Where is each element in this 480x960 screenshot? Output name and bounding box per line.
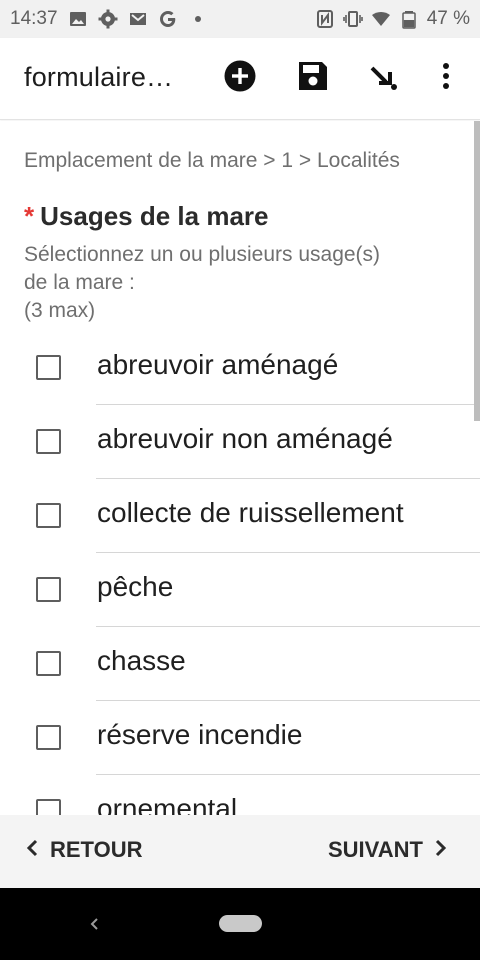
add-icon	[223, 59, 257, 98]
option-item[interactable]: réserve incendie	[0, 701, 480, 775]
checkbox[interactable]	[36, 503, 61, 528]
form-content[interactable]: Emplacement de la mare > 1 > Localités *…	[0, 121, 480, 815]
option-item[interactable]: ornemental	[0, 775, 480, 815]
save-icon	[296, 59, 330, 98]
option-label: abreuvoir aménagé	[97, 349, 339, 380]
question-hint: Sélectionnez un ou plusieurs usage(s) de…	[24, 241, 444, 325]
more-vert-icon	[429, 59, 463, 98]
option-label: pêche	[97, 571, 174, 602]
hint-line: Sélectionnez un ou plusieurs usage(s)	[24, 243, 381, 266]
option-item[interactable]: pêche	[0, 553, 480, 627]
chevron-right-icon	[431, 837, 449, 863]
jump-button[interactable]	[366, 60, 402, 96]
option-label: abreuvoir non aménagé	[97, 423, 393, 454]
google-icon	[158, 9, 178, 29]
toolbar-title: formulaire…	[24, 62, 174, 92]
save-button[interactable]	[295, 60, 331, 96]
system-home-pill[interactable]	[219, 915, 262, 932]
arrow-down-right-icon	[367, 59, 401, 98]
question-title: * Usages de la mare	[24, 201, 268, 232]
app-toolbar: formulaire…	[0, 38, 480, 120]
chevron-left-icon	[24, 837, 42, 863]
dot-icon	[188, 9, 208, 29]
gmail-icon	[128, 9, 148, 29]
required-mark: *	[24, 201, 35, 231]
next-label: SUIVANT	[328, 837, 423, 862]
back-button[interactable]: RETOUR	[24, 837, 143, 863]
scrollbar[interactable]	[474, 121, 480, 421]
option-label: collecte de ruissellement	[97, 497, 404, 528]
battery-icon	[399, 9, 419, 29]
question-label: Usages de la mare	[40, 201, 269, 231]
next-button[interactable]: SUIVANT	[328, 837, 449, 863]
option-label: réserve incendie	[97, 719, 303, 750]
checkbox[interactable]	[36, 725, 61, 750]
status-left: 14:37	[10, 8, 208, 30]
option-item[interactable]: chasse	[0, 627, 480, 701]
checkbox[interactable]	[36, 577, 61, 602]
option-item[interactable]: abreuvoir non aménagé	[0, 405, 480, 479]
image-icon	[68, 9, 88, 29]
back-label: RETOUR	[50, 837, 143, 862]
hint-line: (3 max)	[24, 299, 96, 322]
checkbox[interactable]	[36, 355, 61, 380]
bottom-nav: RETOUR SUIVANT	[0, 815, 480, 888]
option-item[interactable]: abreuvoir aménagé	[0, 331, 480, 405]
status-right: 47 %	[315, 8, 470, 30]
checkbox[interactable]	[36, 651, 61, 676]
breadcrumb: Emplacement de la mare > 1 > Localités	[24, 149, 400, 172]
settings-icon	[98, 9, 118, 29]
wifi-icon	[371, 9, 391, 29]
status-bar: 14:37 47 %	[0, 0, 480, 38]
system-back-icon[interactable]	[86, 912, 106, 936]
vibrate-icon	[342, 9, 363, 29]
add-button[interactable]	[222, 60, 258, 96]
option-label: ornemental	[97, 793, 238, 815]
more-options-button[interactable]	[428, 60, 464, 96]
option-label: chasse	[97, 645, 186, 676]
checkbox[interactable]	[36, 799, 61, 815]
battery-percent: 47 %	[426, 8, 470, 29]
option-item[interactable]: collecte de ruissellement	[0, 479, 480, 553]
status-time: 14:37	[10, 8, 58, 29]
system-nav-bar	[0, 888, 480, 960]
hint-line: de la mare :	[24, 271, 135, 294]
checkbox[interactable]	[36, 429, 61, 454]
options-list: abreuvoir aménagé abreuvoir non aménagé …	[0, 331, 480, 815]
nfc-icon	[315, 9, 335, 29]
